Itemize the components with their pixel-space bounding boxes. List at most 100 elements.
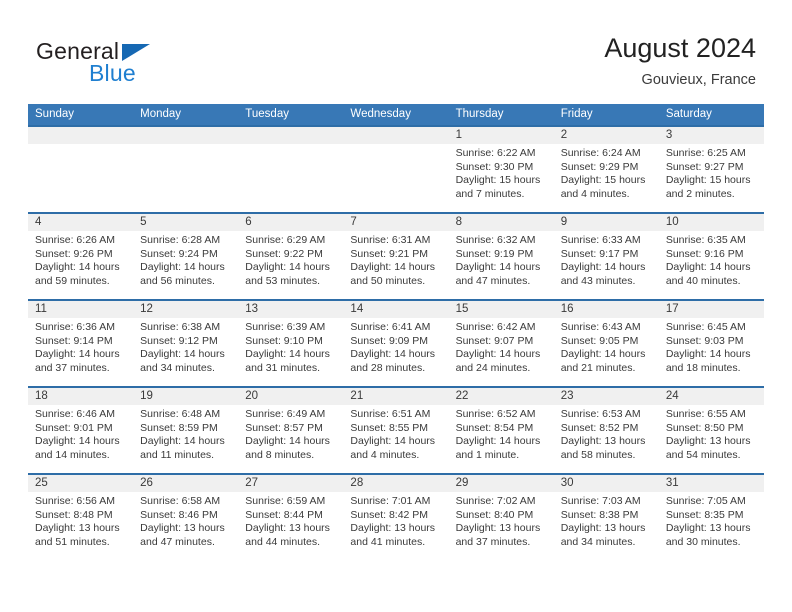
daylight-text-line1: Daylight: 13 hours (560, 522, 646, 535)
daylight-text-line2: and 37 minutes. (455, 535, 531, 548)
calendar-day-cell[interactable]: 5 Sunrise: 6:28 AM Sunset: 9:24 PM Dayli… (133, 214, 239, 299)
page-subtitle-location: Gouvieux, France (641, 72, 756, 88)
calendar-day-cell[interactable]: 24 Sunrise: 6:55 AM Sunset: 8:50 PM Dayl… (658, 388, 764, 473)
daylight-text-line1: Daylight: 14 hours (140, 348, 225, 361)
calendar-day-cell[interactable] (28, 127, 134, 212)
daylight-text-line1: Daylight: 13 hours (140, 522, 225, 535)
calendar-day-cell[interactable]: 30 Sunrise: 7:03 AM Sunset: 8:38 PM Dayl… (553, 475, 659, 560)
day-number-band: 25 (28, 475, 134, 492)
calendar-day-cell[interactable]: 2 Sunrise: 6:24 AM Sunset: 9:29 PM Dayli… (553, 127, 659, 212)
day-number: 4 (35, 216, 42, 228)
calendar-day-cell[interactable]: 9 Sunrise: 6:33 AM Sunset: 9:17 PM Dayli… (553, 214, 659, 299)
calendar-day-cell[interactable]: 17 Sunrise: 6:45 AM Sunset: 9:03 PM Dayl… (658, 301, 764, 386)
day-number-band: 23 (553, 388, 659, 405)
day-number: 21 (350, 390, 364, 402)
sunset-text: Sunset: 8:40 PM (455, 508, 534, 521)
day-details: Sunrise: 6:32 AM Sunset: 9:19 PM Dayligh… (449, 231, 554, 288)
calendar-day-cell[interactable]: 7 Sunrise: 6:31 AM Sunset: 9:21 PM Dayli… (343, 214, 449, 299)
day-number: 29 (455, 477, 469, 489)
calendar-week-row: 18 Sunrise: 6:46 AM Sunset: 9:01 PM Dayl… (28, 386, 764, 473)
daylight-text-line1: Daylight: 14 hours (350, 348, 436, 361)
day-details: Sunrise: 6:38 AM Sunset: 9:12 PM Dayligh… (133, 318, 238, 375)
logo-triangle-icon (122, 44, 150, 61)
calendar-day-cell[interactable]: 8 Sunrise: 6:32 AM Sunset: 9:19 PM Dayli… (448, 214, 554, 299)
calendar-day-cell[interactable]: 3 Sunrise: 6:25 AM Sunset: 9:27 PM Dayli… (658, 127, 764, 212)
day-details: Sunrise: 7:05 AM Sunset: 8:35 PM Dayligh… (659, 492, 764, 549)
calendar-day-cell[interactable] (343, 127, 449, 212)
daylight-text-line1: Daylight: 13 hours (350, 522, 436, 535)
sunset-text: Sunset: 9:27 PM (665, 160, 744, 173)
calendar-day-cell[interactable]: 1 Sunrise: 6:22 AM Sunset: 9:30 PM Dayli… (448, 127, 554, 212)
daylight-text-line2: and 58 minutes. (560, 448, 636, 461)
daylight-text-line1: Daylight: 14 hours (665, 348, 751, 361)
general-blue-logo[interactable]: General Blue (36, 38, 226, 90)
sunrise-text: Sunrise: 7:05 AM (665, 495, 746, 507)
calendar-day-cell[interactable]: 12 Sunrise: 6:38 AM Sunset: 9:12 PM Dayl… (133, 301, 239, 386)
calendar-day-cell[interactable]: 10 Sunrise: 6:35 AM Sunset: 9:16 PM Dayl… (658, 214, 764, 299)
calendar-day-cell[interactable]: 14 Sunrise: 6:41 AM Sunset: 9:09 PM Dayl… (343, 301, 449, 386)
calendar-day-cell[interactable]: 21 Sunrise: 6:51 AM Sunset: 8:55 PM Dayl… (343, 388, 449, 473)
day-details: Sunrise: 6:39 AM Sunset: 9:10 PM Dayligh… (238, 318, 343, 375)
daylight-text-line2: and 1 minute. (455, 448, 520, 461)
calendar-day-cell[interactable]: 29 Sunrise: 7:02 AM Sunset: 8:40 PM Dayl… (448, 475, 554, 560)
calendar-day-cell[interactable]: 6 Sunrise: 6:29 AM Sunset: 9:22 PM Dayli… (238, 214, 344, 299)
day-number-band: 15 (448, 301, 554, 318)
day-number: 27 (245, 477, 259, 489)
sunrise-text: Sunrise: 6:24 AM (560, 147, 641, 159)
day-number: 17 (665, 303, 679, 315)
calendar-day-cell[interactable]: 19 Sunrise: 6:48 AM Sunset: 8:59 PM Dayl… (133, 388, 239, 473)
day-number-band: 30 (553, 475, 659, 492)
day-details: Sunrise: 6:42 AM Sunset: 9:07 PM Dayligh… (449, 318, 554, 375)
day-details: Sunrise: 6:48 AM Sunset: 8:59 PM Dayligh… (133, 405, 238, 462)
day-number-band: 7 (343, 214, 449, 231)
day-details (343, 144, 448, 147)
sunrise-text: Sunrise: 7:01 AM (350, 495, 431, 507)
day-details: Sunrise: 6:59 AM Sunset: 8:44 PM Dayligh… (238, 492, 343, 549)
daylight-text-line2: and 8 minutes. (245, 448, 315, 461)
day-number-band: 5 (133, 214, 239, 231)
daylight-text-line1: Daylight: 13 hours (455, 522, 541, 535)
calendar-day-cell[interactable]: 28 Sunrise: 7:01 AM Sunset: 8:42 PM Dayl… (343, 475, 449, 560)
calendar-day-cell[interactable]: 4 Sunrise: 6:26 AM Sunset: 9:26 PM Dayli… (28, 214, 134, 299)
daylight-text-line1: Daylight: 14 hours (455, 261, 541, 274)
calendar-day-cell[interactable] (133, 127, 239, 212)
sunset-text: Sunset: 8:52 PM (560, 421, 639, 434)
sunrise-text: Sunrise: 6:52 AM (455, 408, 536, 420)
calendar-day-cell[interactable]: 18 Sunrise: 6:46 AM Sunset: 9:01 PM Dayl… (28, 388, 134, 473)
calendar-week-row: 11 Sunrise: 6:36 AM Sunset: 9:14 PM Dayl… (28, 299, 764, 386)
calendar-day-cell[interactable]: 26 Sunrise: 6:58 AM Sunset: 8:46 PM Dayl… (133, 475, 239, 560)
day-number: 6 (245, 216, 252, 228)
sunset-text: Sunset: 9:17 PM (560, 247, 639, 260)
calendar-day-cell[interactable]: 16 Sunrise: 6:43 AM Sunset: 9:05 PM Dayl… (553, 301, 659, 386)
sunset-text: Sunset: 9:09 PM (350, 334, 429, 347)
calendar-day-cell[interactable]: 13 Sunrise: 6:39 AM Sunset: 9:10 PM Dayl… (238, 301, 344, 386)
day-number: 20 (245, 390, 259, 402)
calendar-day-cell[interactable]: 23 Sunrise: 6:53 AM Sunset: 8:52 PM Dayl… (553, 388, 659, 473)
calendar-day-cell[interactable]: 20 Sunrise: 6:49 AM Sunset: 8:57 PM Dayl… (238, 388, 344, 473)
sunset-text: Sunset: 9:03 PM (665, 334, 744, 347)
day-number-band: 21 (343, 388, 449, 405)
day-details: Sunrise: 6:29 AM Sunset: 9:22 PM Dayligh… (238, 231, 343, 288)
sunset-text: Sunset: 9:14 PM (35, 334, 113, 347)
daylight-text-line1: Daylight: 13 hours (665, 522, 751, 535)
calendar-day-cell[interactable]: 27 Sunrise: 6:59 AM Sunset: 8:44 PM Dayl… (238, 475, 344, 560)
calendar-day-cell[interactable]: 11 Sunrise: 6:36 AM Sunset: 9:14 PM Dayl… (28, 301, 134, 386)
daylight-text-line2: and 24 minutes. (455, 361, 531, 374)
daylight-text-line2: and 50 minutes. (350, 274, 426, 287)
sunrise-text: Sunrise: 6:46 AM (35, 408, 115, 420)
calendar-day-cell[interactable]: 25 Sunrise: 6:56 AM Sunset: 8:48 PM Dayl… (28, 475, 134, 560)
daylight-text-line2: and 47 minutes. (455, 274, 531, 287)
calendar-day-cell[interactable]: 22 Sunrise: 6:52 AM Sunset: 8:54 PM Dayl… (448, 388, 554, 473)
daylight-text-line1: Daylight: 14 hours (245, 435, 330, 448)
calendar-day-cell[interactable] (238, 127, 344, 212)
daylight-text-line2: and 14 minutes. (35, 448, 110, 461)
sunrise-text: Sunrise: 6:22 AM (455, 147, 536, 159)
page-title: August 2024 (604, 33, 756, 63)
calendar-day-cell[interactable]: 31 Sunrise: 7:05 AM Sunset: 8:35 PM Dayl… (658, 475, 764, 560)
day-number-band: 18 (28, 388, 134, 405)
calendar-day-cell[interactable]: 15 Sunrise: 6:42 AM Sunset: 9:07 PM Dayl… (448, 301, 554, 386)
day-details: Sunrise: 7:03 AM Sunset: 8:38 PM Dayligh… (554, 492, 659, 549)
sunrise-text: Sunrise: 6:55 AM (665, 408, 746, 420)
sunset-text: Sunset: 8:46 PM (140, 508, 218, 521)
day-details (133, 144, 238, 147)
